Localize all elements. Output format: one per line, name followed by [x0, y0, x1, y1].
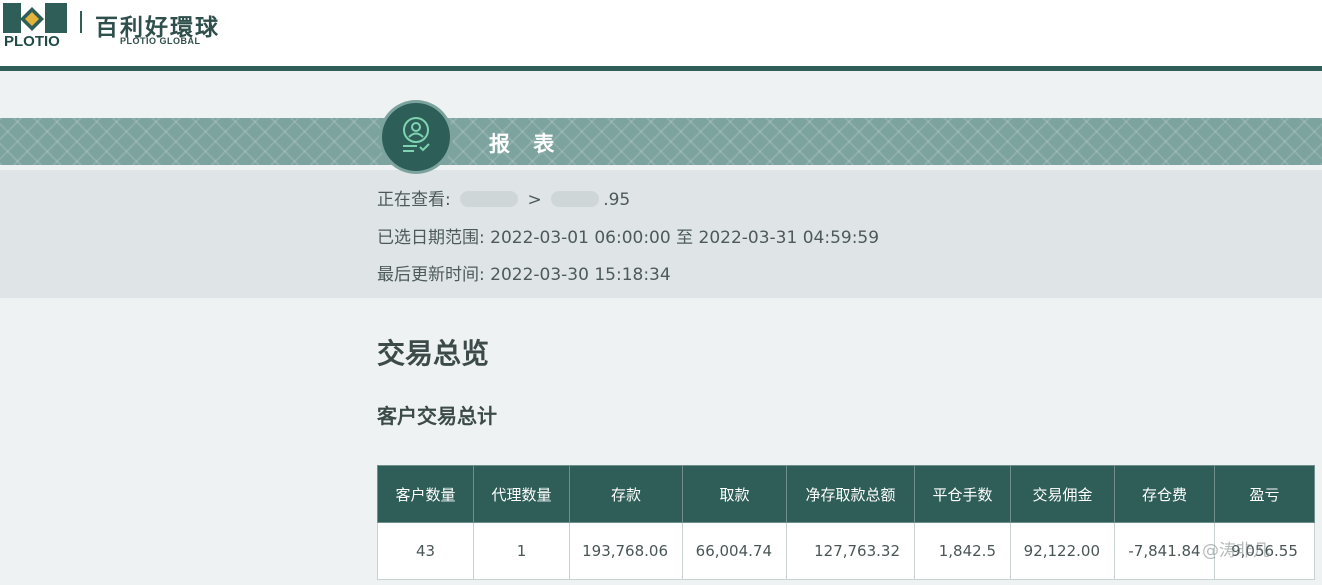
cell-swap: -7,841.84 [1114, 522, 1215, 580]
user-checklist-icon [403, 117, 430, 152]
date-range-start: 2022-03-01 06:00:00 [490, 228, 671, 248]
column-header: 存仓费 [1114, 465, 1215, 523]
column-header: 取款 [682, 465, 787, 523]
last-update-label: 最后更新时间: [377, 265, 485, 285]
redacted-account [551, 191, 600, 207]
column-header: 客户数量 [377, 465, 474, 523]
viewing-line: 正在查看: > .95 [377, 185, 630, 210]
table-row: 43 1 193,768.06 66,004.74 127,763.32 1,8… [377, 522, 1315, 580]
cell-agent-count: 1 [473, 522, 570, 580]
cell-closed-lots: 1,842.5 [914, 522, 1011, 580]
column-header: 平仓手数 [914, 465, 1011, 523]
cell-commission: 92,122.00 [1010, 522, 1115, 580]
client-trade-summary-table: 客户数量 代理数量 存款 取款 净存取款总额 平仓手数 交易佣金 存仓费 盈亏 … [377, 465, 1315, 580]
viewing-separator: > [527, 190, 542, 210]
brand-wordmark: PLOTIO [4, 33, 60, 50]
table-header-row: 客户数量 代理数量 存款 取款 净存取款总额 平仓手数 交易佣金 存仓费 盈亏 [377, 465, 1315, 523]
report-title: 报 表 [489, 132, 563, 156]
column-header: 盈亏 [1214, 465, 1315, 523]
report-badge [382, 103, 450, 171]
brand-name-en: PLOTIO GLOBAL [120, 36, 201, 46]
section-subtitle: 客户交易总计 [377, 404, 497, 428]
date-range-to: 至 [676, 228, 694, 248]
cell-withdrawal: 66,004.74 [682, 522, 787, 580]
column-header: 存款 [569, 465, 683, 523]
date-range-end: 2022-03-31 04:59:59 [698, 228, 880, 248]
watermark: @涛非凡 [1202, 541, 1270, 561]
date-range-line: 已选日期范围: 2022-03-01 06:00:00 至 2022-03-31… [377, 223, 879, 248]
header-divider [0, 66, 1322, 71]
last-update-value: 2022-03-30 15:18:34 [490, 265, 671, 285]
report-banner [0, 118, 1322, 165]
cell-net-deposit: 127,763.32 [786, 522, 915, 580]
date-range-label: 已选日期范围: [377, 228, 485, 248]
cell-deposit: 193,768.06 [569, 522, 683, 580]
column-header: 净存取款总额 [786, 465, 915, 523]
cell-client-count: 43 [377, 522, 474, 580]
column-header: 代理数量 [473, 465, 570, 523]
viewing-suffix: .95 [603, 190, 631, 210]
last-update-line: 最后更新时间: 2022-03-30 15:18:34 [377, 260, 671, 285]
header: PLOTIO 百利好環球 PLOTIO GLOBAL [0, 0, 1322, 66]
redacted-account [460, 191, 519, 207]
viewing-label: 正在查看: [377, 190, 451, 210]
page-title: 交易总览 [377, 337, 490, 370]
column-header: 交易佣金 [1010, 465, 1115, 523]
logo-divider [80, 11, 82, 33]
plotio-logo-icon[interactable] [3, 3, 67, 35]
